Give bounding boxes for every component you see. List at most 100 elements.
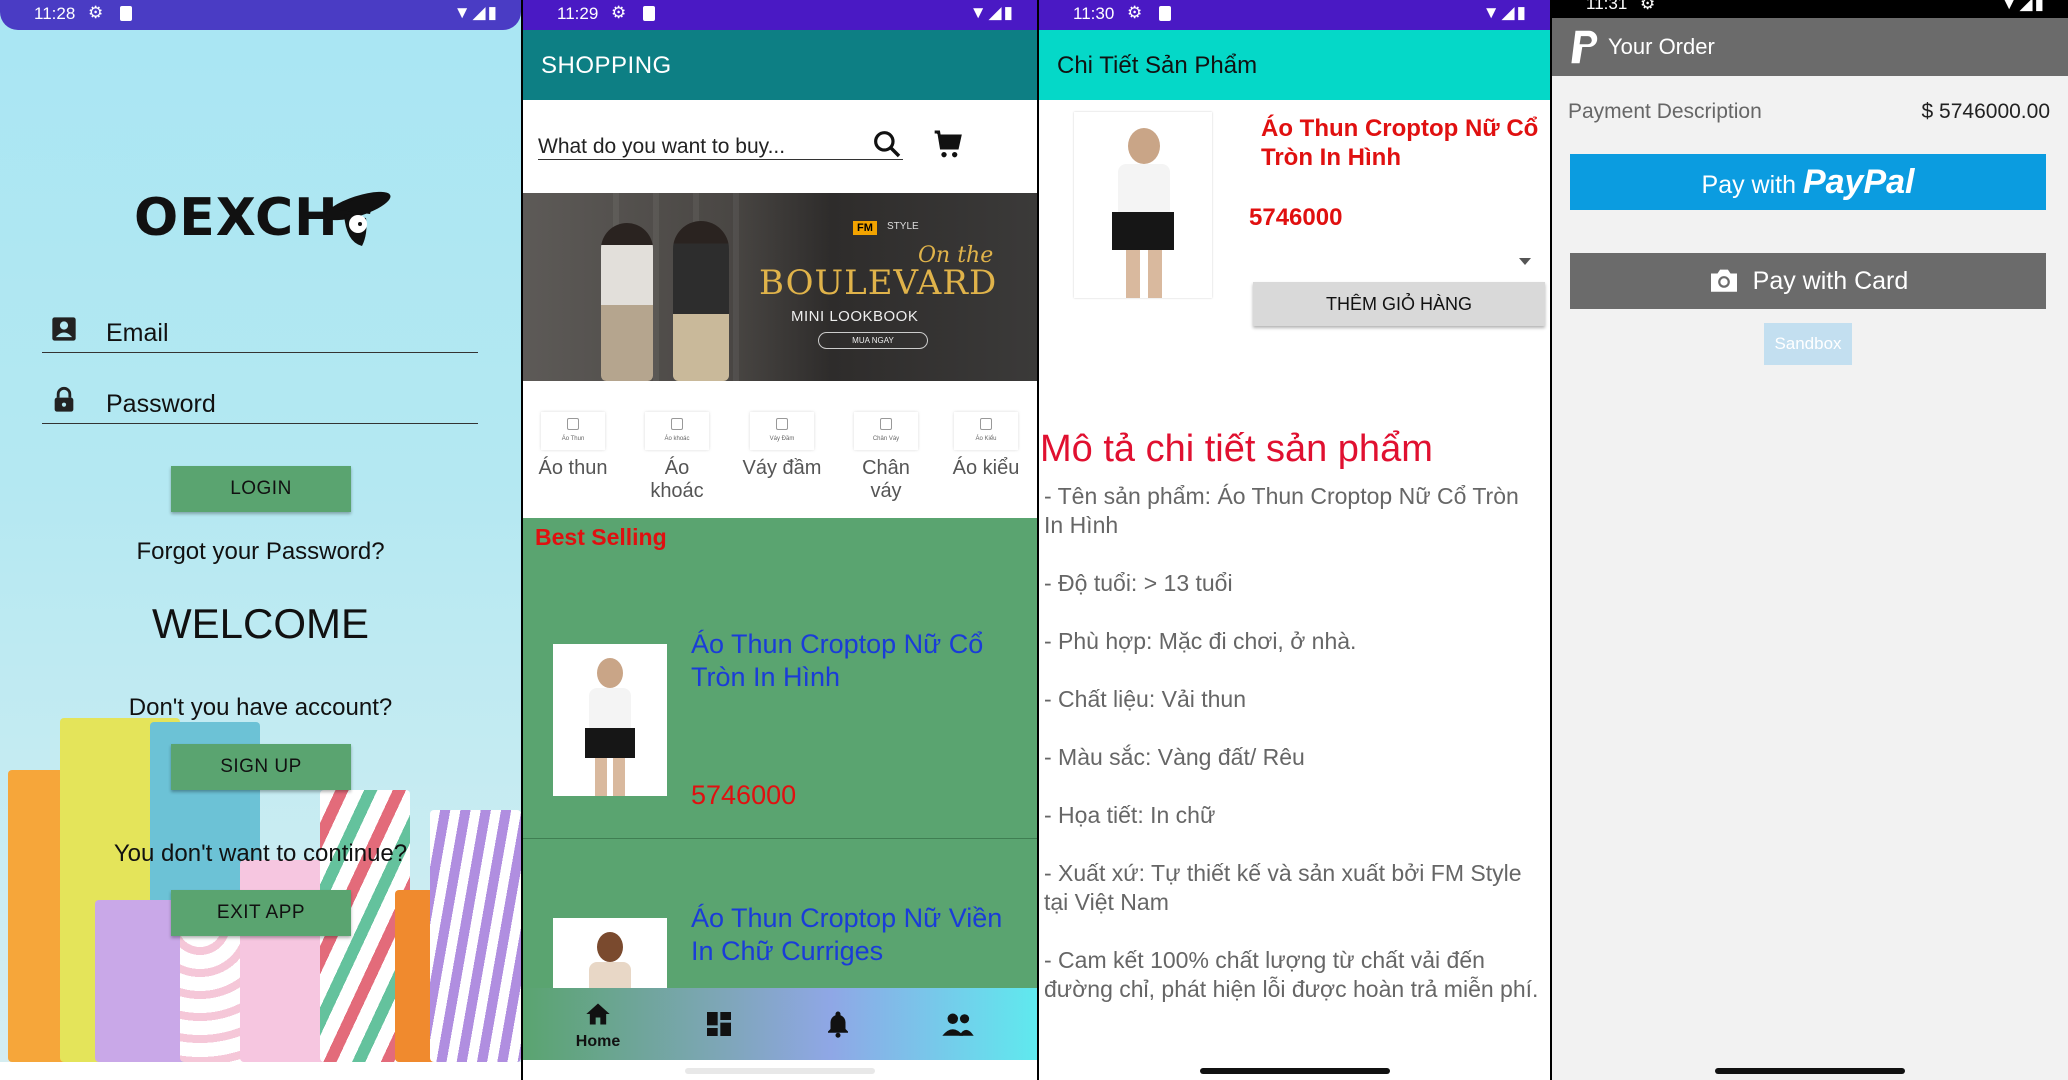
banner-title: BOULEVARD bbox=[759, 263, 998, 303]
dont-continue-text: You don't want to continue? bbox=[113, 840, 408, 867]
gesture-nav-bar[interactable] bbox=[1715, 1068, 1905, 1074]
camera-icon bbox=[1710, 269, 1737, 292]
search-input[interactable]: What do you want to buy... bbox=[538, 130, 903, 160]
logo-hat-icon bbox=[325, 191, 391, 246]
nav-home[interactable]: Home bbox=[568, 1000, 628, 1051]
description-line: - Họa tiết: In chữ bbox=[1044, 802, 1216, 828]
email-label: Email bbox=[106, 319, 169, 347]
status-bar: 11:28 ⚙ ▼◢▮ bbox=[0, 0, 521, 30]
description-line: - Phù hợp: Mặc đi chơi, ở nhà. bbox=[1044, 628, 1357, 654]
home-icon bbox=[586, 1003, 610, 1025]
add-to-cart-button[interactable]: THÊM GIỎ HÀNG bbox=[1253, 282, 1545, 326]
pay-with-paypal-button[interactable]: Pay with PayPal bbox=[1570, 154, 2046, 210]
gesture-nav-bar[interactable] bbox=[1199, 1068, 1390, 1074]
payment-screen: 11:31 ⚙ ▼◢▮ Your Order Payment Descripti… bbox=[1552, 0, 2068, 1080]
dropdown-arrow-icon[interactable] bbox=[1519, 258, 1531, 265]
category-item-vay-dam[interactable]: Váy Đầm Váy đầm bbox=[742, 412, 822, 480]
settings-icon: ⚙ bbox=[611, 3, 627, 22]
pay-with-card-button[interactable]: Pay with Card bbox=[1570, 253, 2046, 309]
password-field[interactable]: Password bbox=[42, 380, 478, 424]
wifi-signal-battery-icon: ▼◢▮ bbox=[2000, 0, 2046, 13]
description-line: - Chất liệu: Vải thun bbox=[1044, 686, 1247, 712]
app-bar: SHOPPING bbox=[523, 30, 1037, 100]
exit-app-button[interactable]: EXIT APP bbox=[171, 890, 351, 936]
category-item-ao-khoac[interactable]: Áo khoác Áo khoác bbox=[637, 412, 717, 503]
banner-brand-sub: STYLE bbox=[887, 221, 919, 232]
best-selling-title: Best Selling bbox=[535, 524, 667, 550]
nav-dashboard[interactable] bbox=[703, 1008, 735, 1045]
product-price: 5746000 bbox=[1249, 204, 1343, 231]
category-item-chan-vay[interactable]: Chân Váy Chân váy bbox=[846, 412, 926, 503]
sd-card-icon bbox=[1159, 6, 1171, 21]
product-name[interactable]: Áo Thun Croptop Nữ Cổ Tròn In Hình bbox=[691, 628, 1011, 694]
category-item-ao-kieu[interactable]: Áo Kiểu Áo kiểu bbox=[946, 412, 1026, 480]
category-thumbnail: Áo Thun bbox=[541, 412, 605, 450]
description-line: - Màu sắc: Vàng đất/ Rêu bbox=[1044, 744, 1305, 770]
gesture-nav-bar[interactable] bbox=[165, 1068, 356, 1074]
bottom-navigation: Home bbox=[523, 988, 1037, 1060]
status-time: 11:31 bbox=[1586, 0, 1628, 13]
paypal-logo-icon bbox=[1571, 30, 1598, 64]
promo-banner[interactable]: FM STYLE On the BOULEVARD MINI LOOKBOOK … bbox=[523, 193, 1037, 381]
people-icon bbox=[942, 1013, 974, 1036]
product-image bbox=[1074, 112, 1212, 298]
welcome-title: WELCOME bbox=[151, 600, 369, 647]
status-time: 11:29 bbox=[557, 4, 599, 23]
status-bar: 11:29 ⚙ ▼◢▮ bbox=[523, 0, 1037, 30]
settings-icon: ⚙ bbox=[1127, 3, 1143, 22]
settings-icon: ⚙ bbox=[1640, 0, 1656, 13]
description-line: - Độ tuổi: > 13 tuổi bbox=[1044, 570, 1233, 596]
category-thumbnail: Chân Váy bbox=[854, 412, 918, 450]
product-name[interactable]: Áo Thun Croptop Nữ Viền In Chữ Curriges bbox=[691, 902, 1011, 968]
category-label: Chân váy bbox=[862, 457, 910, 502]
no-account-text: Don't you have account? bbox=[128, 694, 393, 721]
login-button[interactable]: LOGIN bbox=[171, 466, 351, 512]
category-thumbnail: Váy Đầm bbox=[750, 412, 814, 450]
product-image[interactable] bbox=[553, 918, 667, 988]
app-bar: Your Order bbox=[1552, 18, 2068, 76]
app-title: SHOPPING bbox=[541, 52, 672, 79]
category-thumbnail: Áo khoác bbox=[645, 412, 709, 450]
app-title: Your Order bbox=[1608, 34, 1715, 59]
cart-icon[interactable] bbox=[931, 128, 965, 160]
banner-cta[interactable]: MUA NGAY bbox=[818, 332, 928, 349]
status-bar: 11:31 ⚙ ▼◢▮ bbox=[1552, 0, 2068, 18]
category-label: Váy đầm bbox=[742, 457, 822, 479]
banner-brand: FM bbox=[853, 221, 877, 235]
gesture-nav-bar[interactable] bbox=[685, 1068, 875, 1074]
forgot-password-link[interactable]: Forgot your Password? bbox=[0, 538, 521, 566]
bell-icon bbox=[828, 1011, 848, 1038]
payment-description: Payment Description bbox=[1568, 100, 1762, 123]
wifi-signal-battery-icon: ▼◢▮ bbox=[969, 3, 1015, 22]
search-placeholder: What do you want to buy... bbox=[538, 135, 786, 158]
wifi-signal-battery-icon: ▼◢▮ bbox=[453, 3, 499, 22]
search-icon[interactable] bbox=[871, 128, 903, 160]
app-title: Chi Tiết Sản Phẩm bbox=[1057, 52, 1258, 79]
payment-amount: $ 5746000.00 bbox=[1921, 100, 2050, 123]
description-line: - Cam kết 100% chất lượng từ chất vải đế… bbox=[1044, 947, 1539, 1002]
description-heading: Mô tả chi tiết sản phẩm bbox=[1040, 428, 1433, 470]
nav-notifications[interactable] bbox=[823, 1008, 853, 1045]
product-description: - Tên sản phẩm: Áo Thun Croptop Nữ Cổ Tr… bbox=[1044, 482, 1544, 1033]
category-label: Áo thun bbox=[538, 457, 608, 479]
sd-card-icon bbox=[120, 6, 132, 21]
banner-subtitle: MINI LOOKBOOK bbox=[791, 308, 919, 325]
card-button-label: Pay with Card bbox=[1752, 267, 1909, 295]
nav-account[interactable] bbox=[941, 1010, 975, 1043]
signup-button[interactable]: SIGN UP bbox=[171, 744, 351, 790]
wifi-signal-battery-icon: ▼◢▮ bbox=[1482, 3, 1528, 22]
login-screen: 11:28 ⚙ ▼◢▮ OEXCH Email Password LOGIN F… bbox=[0, 0, 521, 1080]
sandbox-badge: Sandbox bbox=[1764, 323, 1852, 365]
product-detail-screen: 11:30 ⚙ ▼◢▮ Chi Tiết Sản Phẩm Áo Thun Cr… bbox=[1039, 0, 1550, 1080]
product-image[interactable] bbox=[553, 644, 667, 796]
lock-icon bbox=[54, 386, 74, 412]
status-bar: 11:30 ⚙ ▼◢▮ bbox=[1039, 0, 1550, 30]
category-label: Áo kiểu bbox=[952, 457, 1020, 479]
status-time: 11:28 bbox=[34, 4, 76, 23]
paypal-button-prefix: Pay with bbox=[1701, 171, 1796, 199]
category-item-ao-thun[interactable]: Áo Thun Áo thun bbox=[533, 412, 613, 480]
email-field[interactable]: Email bbox=[42, 309, 478, 353]
shopping-screen: 11:29 ⚙ ▼◢▮ SHOPPING What do you want to… bbox=[523, 0, 1037, 1080]
best-selling-section: Best Selling Áo Thun Croptop Nữ Cổ Tròn … bbox=[523, 518, 1037, 988]
product-divider bbox=[523, 838, 1037, 839]
